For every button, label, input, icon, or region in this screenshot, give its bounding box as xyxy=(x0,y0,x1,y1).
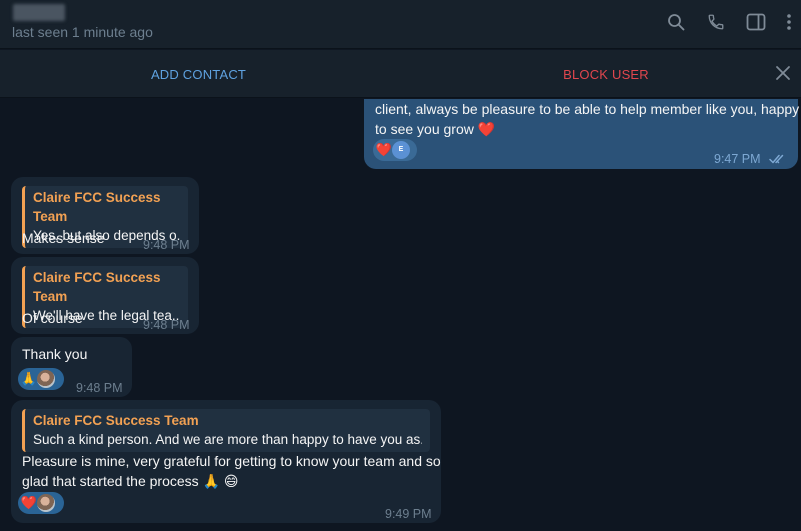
message-bubble-incoming[interactable]: Claire FCC Success Team We'll have the l… xyxy=(11,257,199,334)
message-text-line: glad that started the process xyxy=(22,473,199,489)
message-list[interactable]: client, always be pleasure to be able to… xyxy=(0,99,801,531)
message-text: Makes sense xyxy=(22,230,105,246)
reaction-chip[interactable]: ❤️ xyxy=(18,492,64,514)
heart-emoji: ❤️ xyxy=(477,121,496,137)
message-time: 9:48 PM xyxy=(143,318,190,332)
add-contact-button[interactable]: ADD CONTACT xyxy=(0,50,397,98)
reply-preview[interactable]: Claire FCC Success Team Such a kind pers… xyxy=(22,409,430,452)
read-receipt-icon xyxy=(769,150,787,170)
message-time: 9:48 PM xyxy=(143,238,190,252)
reactor-avatar xyxy=(37,494,55,512)
reactor-avatar: E xyxy=(392,141,410,159)
reaction-chip[interactable]: ❤️ E xyxy=(373,139,417,161)
phone-icon[interactable] xyxy=(705,11,727,33)
new-contact-action-bar: ADD CONTACT BLOCK USER xyxy=(0,50,801,98)
pray-reaction-icon: 🙏 xyxy=(20,371,38,386)
reaction-chip[interactable]: 🙏 xyxy=(18,368,64,390)
contact-name-redacted[interactable] xyxy=(13,4,65,21)
header-actions xyxy=(665,11,793,33)
reply-sender-name: Claire FCC Success Team xyxy=(33,413,199,428)
pray-smile-emoji: 🙏 😄 xyxy=(202,473,239,489)
reply-snippet: Such a kind person. And we are more than… xyxy=(33,432,422,447)
block-user-button[interactable]: BLOCK USER xyxy=(410,50,801,98)
message-text-line: client, always be pleasure to be able to… xyxy=(375,101,800,117)
sidebar-toggle-icon[interactable] xyxy=(745,11,767,33)
close-icon[interactable] xyxy=(773,63,793,83)
message-text: Thank you xyxy=(22,346,88,362)
message-time: 9:47 PM xyxy=(714,152,761,166)
heart-reaction-icon: ❤️ xyxy=(375,142,393,157)
last-seen-status: last seen 1 minute ago xyxy=(12,24,153,40)
message-bubble-incoming[interactable]: Thank you 🙏 9:48 PM xyxy=(11,337,132,397)
reply-sender-name: Claire FCC Success Team xyxy=(33,190,161,224)
message-bubble-outgoing[interactable]: client, always be pleasure to be able to… xyxy=(364,99,800,170)
message-text: Of course xyxy=(22,310,83,326)
reply-sender-name: Claire FCC Success Team xyxy=(33,270,161,304)
message-bubble-incoming[interactable]: Claire FCC Success Team Such a kind pers… xyxy=(11,400,441,523)
message-time: 9:48 PM xyxy=(76,381,123,395)
reactor-avatar xyxy=(37,370,55,388)
message-text-line: Pleasure is mine, very grateful for gett… xyxy=(22,453,441,469)
message-text-line: to see you grow xyxy=(375,121,474,137)
message-bubble-incoming[interactable]: Claire FCC Success Team Yes, but also de… xyxy=(11,177,199,254)
search-icon[interactable] xyxy=(665,11,687,33)
more-vertical-icon[interactable] xyxy=(785,11,793,33)
message-time: 9:49 PM xyxy=(385,507,432,521)
chat-header: last seen 1 minute ago xyxy=(0,0,801,49)
heart-reaction-icon: ❤️ xyxy=(20,495,38,510)
